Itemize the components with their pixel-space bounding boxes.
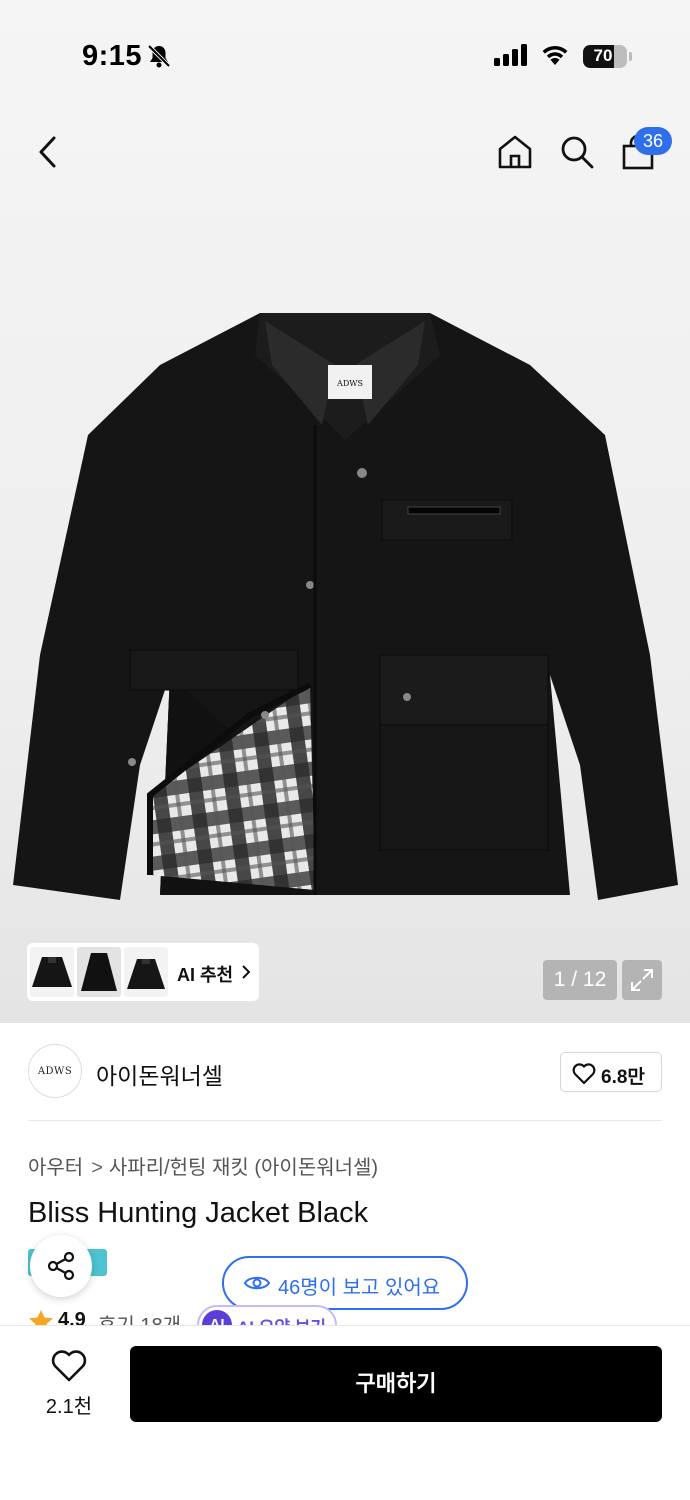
viewers-pill: 46명이 보고 있어요	[222, 1256, 468, 1310]
brand-row[interactable]: ADWS 아이돈워너셀 6.8만	[0, 1023, 690, 1121]
thumbnail-2[interactable]	[77, 947, 121, 997]
chevron-left-icon	[39, 136, 56, 168]
jacket-label: ADWS	[336, 379, 363, 388]
signal-icon	[494, 44, 528, 71]
bottom-action-bar: 2.1천 구매하기	[0, 1325, 690, 1500]
product-hero: 9:15 70 36 ADWS AI 추천 1 / 12	[0, 0, 690, 1023]
battery-icon: 70	[583, 45, 627, 68]
brand-logo[interactable]: ADWS	[28, 1044, 82, 1098]
chevron-right-icon	[241, 964, 251, 985]
search-button[interactable]	[556, 130, 598, 174]
product-image[interactable]: ADWS	[10, 295, 680, 925]
thumbnail-3[interactable]	[124, 947, 168, 997]
back-button[interactable]	[28, 130, 68, 174]
ai-recommend-panel[interactable]: AI 추천	[27, 943, 259, 1001]
wifi-icon	[540, 42, 570, 71]
expand-icon	[631, 969, 653, 991]
battery-cap	[629, 52, 632, 61]
status-bar: 9:15 70	[0, 0, 690, 110]
status-time: 9:15	[82, 40, 143, 72]
breadcrumb: 아우터 > 사파리/헌팅 재킷 (아이돈워너셀)	[28, 1151, 378, 1180]
brand-name[interactable]: 아이돈워너셀	[96, 1057, 223, 1091]
expand-button[interactable]	[622, 960, 662, 1000]
buy-button[interactable]: 구매하기	[130, 1346, 662, 1422]
viewers-text: 46명이 보고 있어요	[278, 1277, 441, 1299]
image-page-counter: 1 / 12	[543, 960, 617, 1000]
ai-recommend-label: AI 추천	[177, 965, 234, 985]
share-button[interactable]	[30, 1235, 92, 1297]
brand-like-count: 6.8만	[601, 1067, 645, 1088]
breadcrumb-item-subcategory[interactable]: 사파리/헌팅 재킷 (아이돈워너셀)	[109, 1157, 378, 1179]
bell-off-icon	[147, 43, 171, 74]
breadcrumb-item-category[interactable]: 아우터	[28, 1157, 83, 1179]
brand-like-button[interactable]: 6.8만	[560, 1052, 662, 1092]
search-icon	[561, 136, 594, 169]
cart-count-badge: 36	[634, 127, 672, 155]
thumbnail-1[interactable]	[30, 947, 74, 997]
share-icon	[47, 1251, 75, 1281]
home-button[interactable]	[494, 130, 536, 174]
heart-icon	[572, 1063, 596, 1089]
chevron-right-icon: >	[91, 1157, 103, 1179]
battery-text: 70	[593, 46, 613, 65]
divider	[28, 1120, 662, 1121]
product-title: Bliss Hunting Jacket Black	[28, 1197, 369, 1229]
home-icon	[498, 135, 532, 169]
heart-icon	[51, 1350, 87, 1387]
eye-icon	[243, 1274, 271, 1297]
wishlist-button[interactable]: 2.1천	[34, 1350, 104, 1420]
wishlist-count: 2.1천	[45, 1396, 93, 1418]
